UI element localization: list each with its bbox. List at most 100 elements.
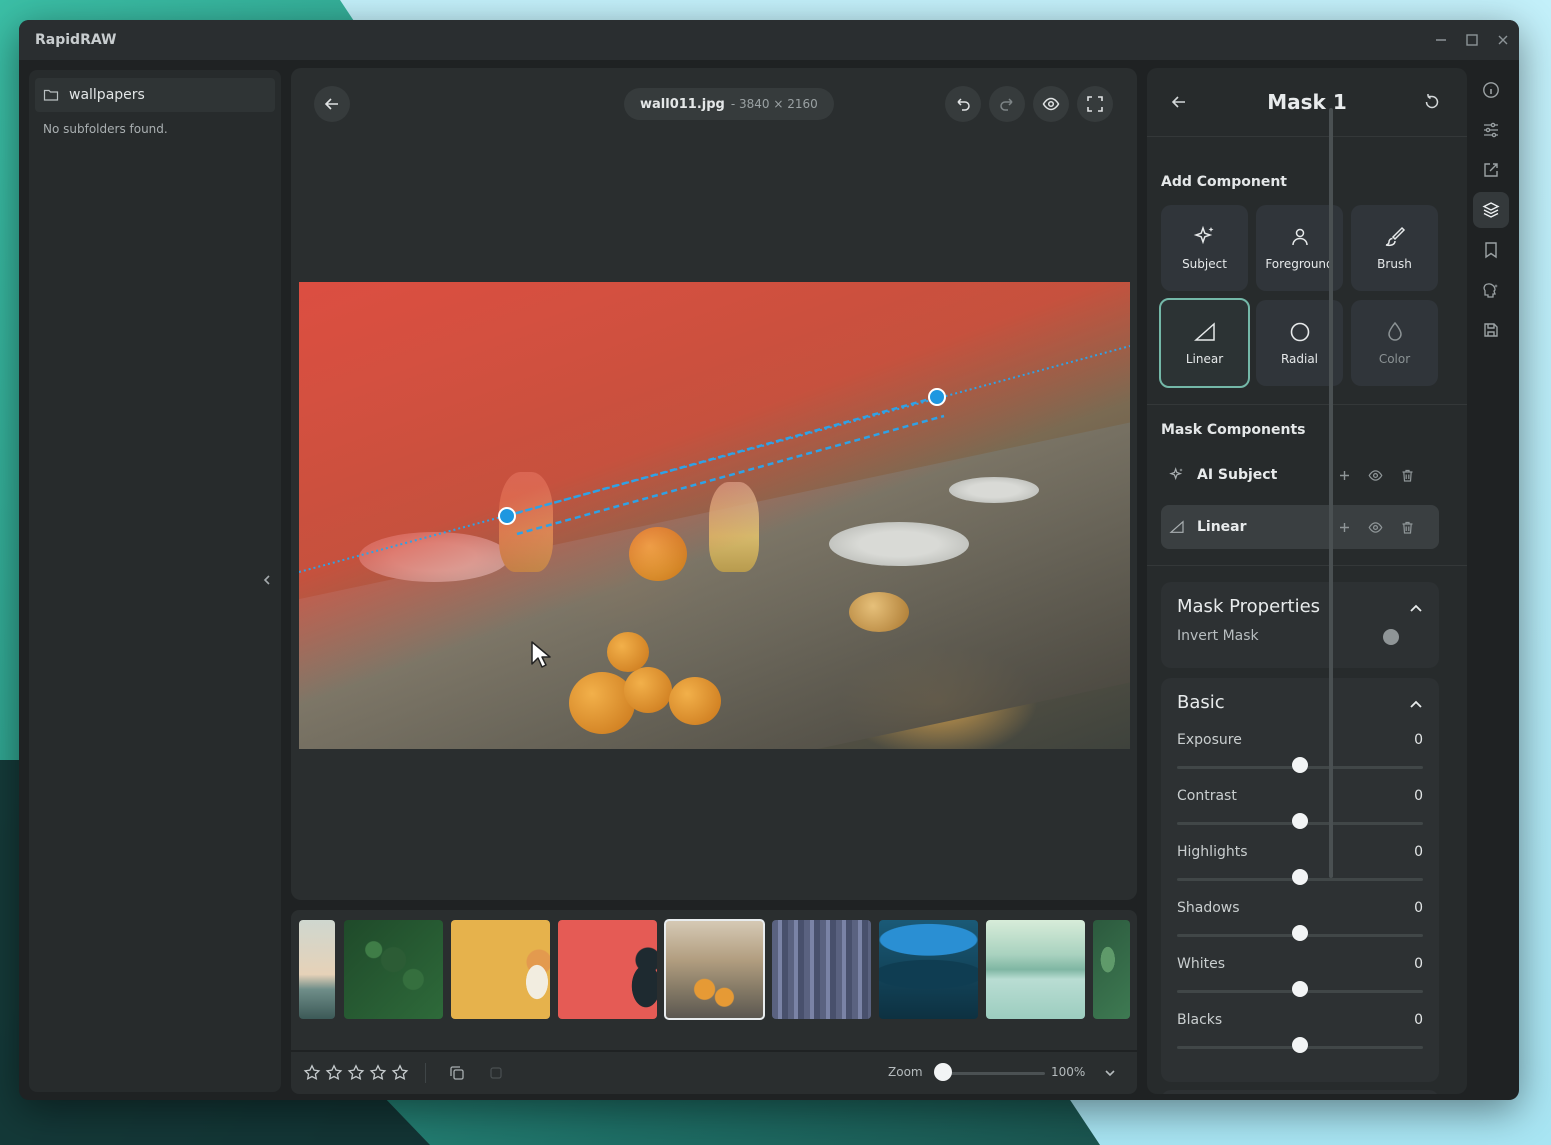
save-tool-button[interactable] <box>1473 312 1509 348</box>
exposure-value[interactable]: 0 <box>1414 732 1423 748</box>
minimize-button[interactable] <box>1426 20 1456 60</box>
mask-component-linear[interactable]: Linear <box>1161 505 1439 549</box>
thumbnail-dinner-table[interactable] <box>664 919 765 1020</box>
bottom-bar: Zoom 100% <box>291 1052 1137 1094</box>
blacks-slider-thumb[interactable] <box>1292 1037 1308 1053</box>
back-button[interactable] <box>314 86 350 122</box>
contrast-slider-thumb[interactable] <box>1292 813 1308 829</box>
folder-panel: wallpapers No subfolders found. <box>29 70 281 1092</box>
fullscreen-button[interactable] <box>1077 86 1113 122</box>
highlights-slider-thumb[interactable] <box>1292 869 1308 885</box>
undo-button[interactable] <box>945 86 981 122</box>
linear-mask-end-handle[interactable] <box>928 388 946 406</box>
folder-name: wallpapers <box>69 87 145 103</box>
zoom-slider-thumb[interactable] <box>934 1063 952 1081</box>
minimize-icon <box>1436 39 1446 41</box>
divider <box>1147 404 1467 405</box>
brush-icon <box>1385 226 1405 247</box>
app-title: RapidRAW <box>35 32 117 48</box>
rating-star-icon[interactable] <box>347 1064 365 1082</box>
paste-icon[interactable] <box>489 1066 503 1080</box>
whites-slider-thumb[interactable] <box>1292 981 1308 997</box>
blacks-label: Blacks <box>1177 1012 1223 1028</box>
linear-gradient-icon <box>1193 322 1215 341</box>
layers-icon <box>1482 202 1500 218</box>
divider <box>1147 565 1467 566</box>
info-tool-button[interactable] <box>1473 72 1509 108</box>
exposure-slider-thumb[interactable] <box>1292 757 1308 773</box>
redo-icon <box>1000 98 1013 111</box>
mask-panel-scrollbar[interactable] <box>1329 108 1333 878</box>
editor-canvas: wall011.jpg - 3840 × 2160 <box>291 68 1137 900</box>
delete-component-button[interactable] <box>1398 518 1416 536</box>
tool-rail <box>1471 68 1511 1094</box>
plus-icon <box>1339 470 1349 480</box>
blacks-value[interactable]: 0 <box>1414 1012 1423 1028</box>
add-color-button[interactable]: Color <box>1351 300 1438 386</box>
layers-tool-button[interactable] <box>1473 192 1509 228</box>
image-preview[interactable] <box>299 282 1130 749</box>
thumbnail-dune[interactable] <box>299 920 335 1019</box>
divider <box>1147 136 1467 137</box>
rating-star-icon[interactable] <box>369 1064 387 1082</box>
component-label: Subject <box>1182 257 1227 271</box>
highlights-label: Highlights <box>1177 844 1248 860</box>
bookmark-tool-button[interactable] <box>1473 232 1509 268</box>
mask-component-ai-subject[interactable]: AI Subject <box>1161 453 1439 497</box>
thumbnail-leaves[interactable] <box>1093 920 1130 1019</box>
thumbnail-forest[interactable] <box>344 920 443 1019</box>
chevron-up-icon[interactable] <box>1407 696 1425 714</box>
component-label: Foreground <box>1265 257 1334 271</box>
thumbnail-mountain-lake[interactable] <box>986 920 1085 1019</box>
arrow-left-icon <box>324 98 338 110</box>
rating-star-icon[interactable] <box>325 1064 343 1082</box>
reset-icon <box>1425 94 1439 109</box>
close-button[interactable] <box>1488 20 1518 60</box>
eye-icon <box>1042 97 1060 111</box>
redo-button[interactable] <box>989 86 1025 122</box>
maximize-button[interactable] <box>1457 20 1487 60</box>
add-to-component-button[interactable] <box>1335 518 1353 536</box>
ai-tool-button[interactable] <box>1473 272 1509 308</box>
linear-mask-start-handle[interactable] <box>498 507 516 525</box>
thumbnail-yellow-cat[interactable] <box>451 920 550 1019</box>
component-label: Color <box>1378 352 1411 366</box>
maximize-icon <box>1466 34 1478 46</box>
add-to-component-button[interactable] <box>1335 466 1353 484</box>
thumbnail-waves[interactable] <box>879 920 978 1019</box>
rating-star-icon[interactable] <box>303 1064 321 1082</box>
shadows-slider-thumb[interactable] <box>1292 925 1308 941</box>
shadows-value[interactable]: 0 <box>1414 900 1423 916</box>
add-brush-button[interactable]: Brush <box>1351 205 1438 291</box>
basic-title: Basic <box>1177 692 1225 713</box>
chevron-down-icon[interactable] <box>1103 1066 1117 1080</box>
save-icon <box>1484 323 1498 337</box>
adjustments-tool-button[interactable] <box>1473 112 1509 148</box>
preview-toggle-button[interactable] <box>1033 86 1069 122</box>
thumbnail-city[interactable] <box>772 920 871 1019</box>
copy-icon[interactable] <box>448 1064 466 1082</box>
invert-mask-toggle[interactable] <box>1383 629 1399 645</box>
zoom-label: Zoom <box>888 1065 923 1079</box>
whites-value[interactable]: 0 <box>1414 956 1423 972</box>
rating-star-icon[interactable] <box>391 1064 409 1082</box>
thumbnail-red-cat[interactable] <box>558 920 657 1019</box>
mask-component-label: AI Subject <box>1197 467 1278 483</box>
file-info: wall011.jpg - 3840 × 2160 <box>624 88 834 120</box>
toggle-visibility-button[interactable] <box>1366 466 1384 484</box>
mask-panel: Mask 1 Add Component Subject Foreground … <box>1147 68 1467 1094</box>
highlights-value[interactable]: 0 <box>1414 844 1423 860</box>
add-subject-button[interactable]: Subject <box>1161 205 1248 291</box>
reset-mask-button[interactable] <box>1420 90 1444 114</box>
export-tool-button[interactable] <box>1473 152 1509 188</box>
chevron-up-icon[interactable] <box>1407 600 1425 618</box>
folder-item-wallpapers[interactable]: wallpapers <box>35 78 275 112</box>
droplet-icon <box>1387 321 1402 341</box>
add-linear-button[interactable]: Linear <box>1159 298 1250 388</box>
toggle-visibility-button[interactable] <box>1366 518 1384 536</box>
delete-component-button[interactable] <box>1398 466 1416 484</box>
zoom-slider-track[interactable] <box>939 1072 1045 1075</box>
trash-icon <box>1402 521 1412 534</box>
collapse-folder-panel-button[interactable] <box>257 570 277 590</box>
contrast-value[interactable]: 0 <box>1414 788 1423 804</box>
